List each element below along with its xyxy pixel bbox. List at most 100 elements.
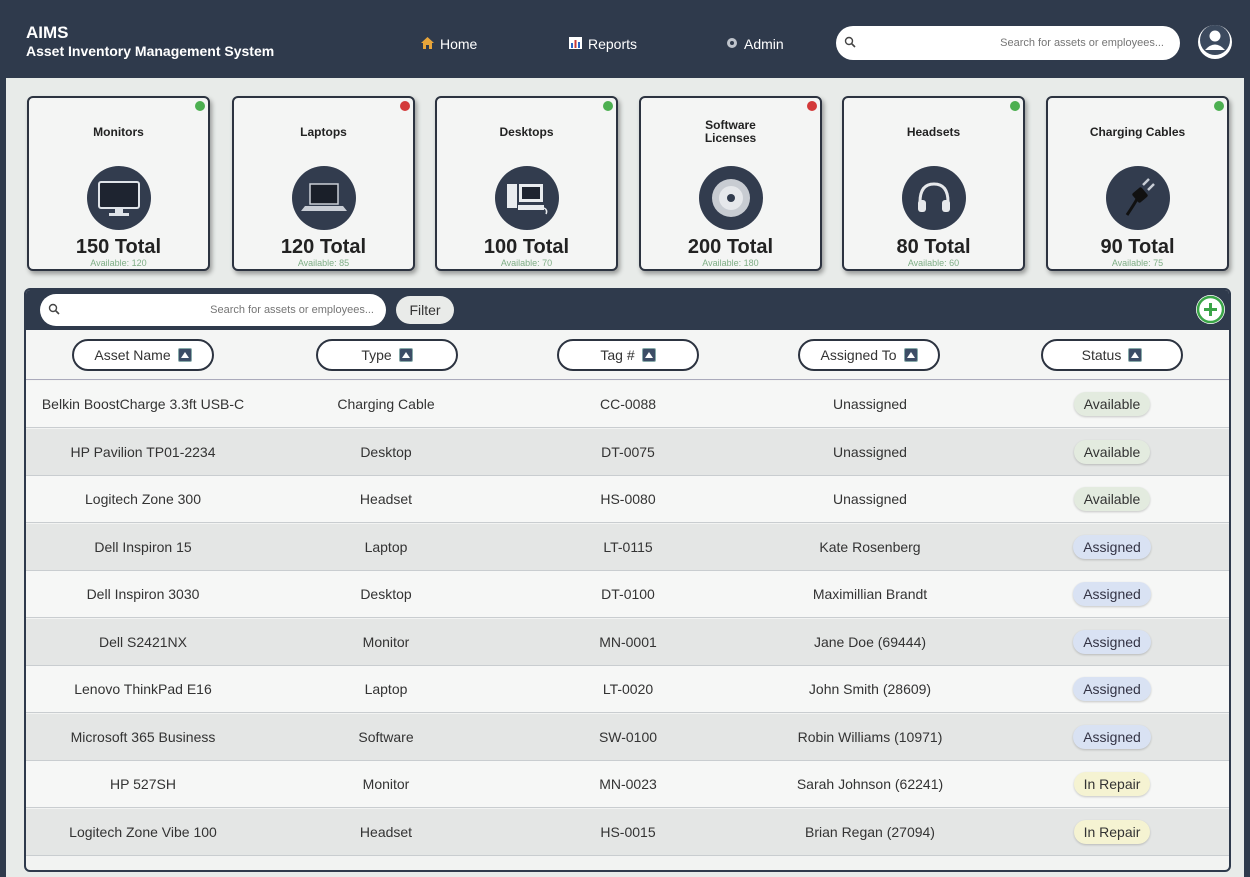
table-row[interactable]: Logitech Zone Vibe 100 Headset HS-0015 Bria… [26, 808, 1229, 856]
nav-reports-label: Reports [588, 36, 638, 52]
cell-tag: HS-0015 [600, 823, 656, 840]
desktop-icon [494, 166, 559, 230]
cell-assigned-to: Maximillian Brandt [812, 586, 928, 602]
cell-type: Headset [359, 823, 413, 840]
nav-admin[interactable]: Admin [726, 36, 784, 52]
column-label: Status [1081, 347, 1122, 363]
status-badge: Assigned [1073, 629, 1151, 654]
cable-icon [1105, 166, 1170, 230]
chart-icon [569, 36, 582, 52]
app-subtitle: Asset Inventory Management System [26, 43, 275, 59]
table-search-input[interactable] [40, 294, 386, 326]
sort-icon [1128, 348, 1143, 362]
nav-home[interactable]: Home [421, 36, 477, 52]
monitor-icon [86, 166, 151, 230]
cell-tag: MN-0001 [599, 633, 657, 650]
column-header-tag[interactable]: Tag # [557, 339, 699, 371]
add-asset-button[interactable] [1196, 295, 1225, 324]
table-row[interactable]: Dell Inspiron 3030 Desktop DT-0100 Maximill… [26, 571, 1229, 618]
status-badge: In Repair [1073, 772, 1151, 796]
cell-tag: SW-0100 [598, 728, 658, 745]
table-row[interactable]: HP 527SH Monitor MN-0023 Sarah Johnson (622… [26, 761, 1229, 808]
cell-type: Monitor [362, 633, 410, 650]
gear-icon [726, 37, 738, 52]
category-available: Available: 60 [907, 258, 960, 268]
column-label: Tag # [600, 347, 635, 363]
column-label: Type [361, 347, 392, 363]
table-row[interactable]: HP Pavilion TP01-2234 Desktop DT-0075 Unass… [26, 428, 1229, 476]
column-header-status[interactable]: Status [1041, 339, 1183, 371]
cell-asset-name: Dell Inspiron 15 [94, 538, 192, 555]
cell-tag: MN-0023 [599, 776, 657, 792]
table-row[interactable]: Dell Inspiron 15 Laptop LT-0115 Kate Rosenb… [26, 523, 1229, 571]
cell-status: In Repair [992, 809, 1229, 855]
table-row[interactable]: Lenovo ThinkPad E16 Laptop LT-0020 John Smi… [26, 666, 1229, 713]
category-name: Desktops [499, 124, 554, 139]
plus-icon [1196, 295, 1225, 328]
category-card-charging-cables[interactable]: Charging Cables 90 Total Available: 75 [1046, 96, 1229, 271]
cell-status: Assigned [992, 571, 1229, 617]
table-row[interactable]: Logitech Zone 300 Headset HS-0080 Unassigne… [26, 476, 1229, 523]
table-row[interactable]: Dell S2421NX Monitor MN-0001 Jane Doe (6944… [26, 618, 1229, 666]
category-name: Laptops [300, 124, 347, 139]
cell-asset-name: Belkin BoostCharge 3.3ft USB-C [41, 396, 245, 412]
status-badge: Assigned [1073, 724, 1151, 749]
cell-asset-name: Microsoft 365 Business [70, 728, 216, 745]
nav-admin-label: Admin [744, 36, 784, 52]
category-card-desktops[interactable]: Desktops 100 Total Available: 70 [435, 96, 618, 271]
user-avatar[interactable] [1198, 23, 1232, 62]
cell-type: Desktop [360, 443, 412, 460]
category-total: 200 Total [687, 236, 774, 258]
search-icon [48, 302, 60, 320]
table-row[interactable]: Microsoft 365 Business Software SW-0100 Rob… [26, 713, 1229, 761]
cell-asset-name: Dell Inspiron 3030 [86, 586, 200, 602]
cell-tag: LT-0115 [603, 538, 653, 555]
category-name: Monitors [93, 124, 144, 139]
cell-tag: CC-0088 [599, 396, 657, 412]
home-icon [421, 36, 434, 52]
header-search-input[interactable] [836, 37, 1180, 49]
nav-home-label: Home [440, 36, 478, 52]
headset-icon [901, 166, 966, 230]
category-available: Available: 70 [500, 258, 553, 268]
cell-status: Assigned [992, 666, 1229, 712]
column-header-asset-name[interactable]: Asset Name [72, 339, 214, 371]
category-card-monitors[interactable]: Monitors 150 Total Available: 120 [27, 96, 210, 271]
user-icon [1198, 23, 1232, 62]
header-search-bar[interactable] [836, 26, 1180, 60]
status-badge: Assigned [1073, 534, 1151, 559]
cell-assigned-to: Unassigned [833, 491, 907, 507]
category-total: 90 Total [1100, 236, 1175, 258]
category-card-laptops[interactable]: Laptops 120 Total Available: 85 [232, 96, 415, 271]
sort-icon [177, 348, 192, 362]
category-card-software-licenses[interactable]: Software Licenses 200 Total Available: 1… [639, 96, 822, 271]
category-available: Available: 75 [1111, 258, 1164, 268]
table-header: Asset Name Type Tag # Assigned To Status [26, 330, 1229, 380]
cell-type: Laptop [364, 538, 408, 555]
category-card-headsets[interactable]: Headsets 80 Total Available: 60 [842, 96, 1025, 271]
cell-asset-name: HP 527SH [110, 776, 176, 792]
column-header-assigned-to[interactable]: Assigned To [798, 339, 940, 371]
main-panel: Monitors 150 Total Available: 120 Laptop… [6, 78, 1244, 877]
cell-asset-name: Lenovo ThinkPad E16 [74, 681, 212, 697]
cell-tag: DT-0100 [601, 586, 655, 602]
category-available: Available: 120 [90, 258, 147, 268]
table-toolbar: Filter [26, 290, 1229, 330]
nav-reports[interactable]: Reports [569, 36, 637, 52]
column-label: Assigned To [820, 347, 897, 363]
category-total: 150 Total [75, 236, 162, 258]
category-total: 80 Total [896, 236, 971, 258]
brand: AIMS Asset Inventory Management System [26, 24, 274, 60]
cell-type: Monitor [362, 776, 410, 792]
cell-assigned-to: Kate Rosenberg [819, 538, 921, 555]
cell-tag: HS-0080 [600, 491, 656, 507]
category-available: Available: 85 [297, 258, 350, 268]
table-row[interactable]: Belkin BoostCharge 3.3ft USB-C Charging C… [26, 381, 1229, 428]
search-icon [844, 35, 856, 53]
cell-type: Software [358, 728, 414, 745]
cell-tag: DT-0075 [601, 443, 655, 460]
cell-status: Available [992, 429, 1229, 475]
filter-button[interactable]: Filter [396, 296, 454, 324]
table-search-bar[interactable] [40, 294, 386, 326]
column-header-type[interactable]: Type [316, 339, 458, 371]
